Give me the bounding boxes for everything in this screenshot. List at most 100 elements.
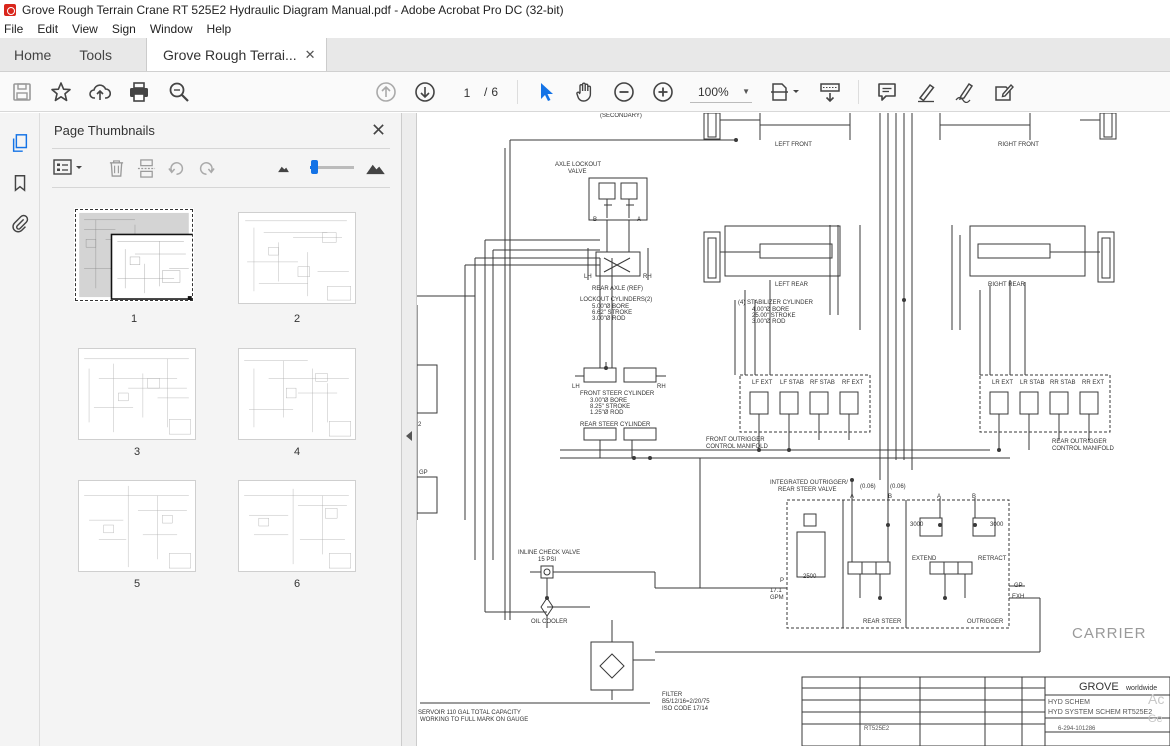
reservoir-label-1: SERVOIR 110 GAL TOTAL CAPACITY [418,710,521,716]
previous-page-icon[interactable] [374,80,398,104]
filter-label: FILTER [662,692,683,698]
window-title: Grove Rough Terrain Crane RT 525E2 Hydra… [22,3,564,17]
lh-label: LH [584,274,592,280]
next-page-icon[interactable] [413,80,437,104]
rotate-counterclockwise-icon[interactable] [165,157,187,179]
rear-steer-section: REAR STEER [863,619,902,625]
tab-document[interactable]: Grove Rough Terrai... ✕ [146,38,327,71]
thumbnail-label-5: 5 [133,578,141,590]
main-toolbar: 1 / 6 100% ▼ [0,72,1170,112]
secondary-label: (SECONDARY) [600,113,642,119]
watermark-text-1: Ac [1148,691,1164,707]
document-view[interactable]: (SECONDARY) LEFT FRONT RIGHT FRONT AXLE … [417,113,1170,746]
close-tab-icon[interactable]: ✕ [305,47,316,63]
bookmark-icon[interactable] [8,171,32,195]
lr-stab-label: LR STAB [1020,380,1045,386]
drawing-number: 6-294-101286 [1058,726,1096,732]
stamp-edit-icon[interactable] [992,80,1016,104]
relief-3000-left: 3000 [910,522,924,528]
extract-page-icon[interactable] [135,157,157,179]
port-gp-label: GP [1014,583,1023,589]
title-block-line-1: HYD SCHEM [1048,699,1090,706]
chevron-down-icon: ▼ [742,87,750,96]
thumbnail-label-2: 2 [293,313,301,325]
relief-2500: 2500 [803,574,817,580]
toolbar-divider [517,80,518,104]
axle-lockout-label-2: VALVE [568,169,586,175]
scroll-mode-icon[interactable] [818,80,842,104]
front-steer-lh: LH [572,384,580,390]
left-rear-label: LEFT REAR [775,282,809,288]
small-thumbnails-icon[interactable] [274,157,292,179]
menu-edit[interactable]: Edit [37,22,58,36]
navigation-rail [0,113,40,746]
page-thumbnail-4[interactable] [238,348,356,440]
front-outrigger-2: CONTROL MANIFOLD [706,444,768,450]
select-cursor-icon[interactable] [534,80,558,104]
model-number: RT525E2 [864,726,890,732]
tab-home[interactable]: Home [0,38,65,71]
gpm-unit: GPM [770,595,784,601]
schematic-labels: (SECONDARY) LEFT FRONT RIGHT FRONT AXLE … [418,113,1114,723]
zoom-level-value: 100% [698,84,729,99]
menu-help[interactable]: Help [207,22,232,36]
tab-document-label: Grove Rough Terrai... [163,46,297,63]
orifice-1: (0.06) [860,484,876,490]
rotate-clockwise-icon[interactable] [195,157,217,179]
close-panel-icon[interactable] [368,119,388,139]
sign-icon[interactable] [953,80,977,104]
orifice-2: (0.06) [890,484,906,490]
panel-title: Page Thumbnails [54,123,155,138]
lf-stab-label: LF STAB [780,380,804,386]
zoom-out-icon[interactable] [612,80,636,104]
integrated-valve-1: INTEGRATED OUTRIGGER/ [770,480,848,486]
page-thumbnail-5[interactable] [78,480,196,572]
zoom-in-icon[interactable] [651,80,675,104]
lockout-rod: 3.00"Ø ROD [592,316,626,322]
slider-handle[interactable] [311,160,318,174]
filter-iso: ISO CODE 17/14 [662,706,709,712]
current-page-input[interactable]: 1 [454,82,480,102]
options-menu-icon[interactable] [52,157,86,179]
page-thumbnail-3[interactable] [78,348,196,440]
port-p-label: P [780,578,784,584]
page-display-icon[interactable] [768,80,802,104]
star-bookmark-icon[interactable] [49,80,73,104]
rh-label: RH [643,274,652,280]
inline-check-psi: 15 PSI [538,557,556,563]
menu-bar: File Edit View Sign Window Help [0,20,1170,38]
highlight-pen-icon[interactable] [914,80,938,104]
thumbnail-label-4: 4 [293,446,301,458]
page-thumbnails-icon[interactable] [8,131,32,155]
tab-tools[interactable]: Tools [65,38,146,71]
delete-page-icon[interactable] [106,157,126,179]
valve-port-a2: A [937,494,941,500]
stabilizer-label: (4) STABILIZER CYLINDER [738,300,814,306]
print-icon[interactable] [127,80,151,104]
large-thumbnails-icon[interactable] [363,157,387,179]
rear-outrigger-1: REAR OUTRIGGER [1052,439,1107,445]
menu-file[interactable]: File [4,22,23,36]
save-icon[interactable] [10,80,34,104]
front-steer-label: FRONT STEER CYLINDER [580,391,655,397]
title-block-line-2: HYD SYSTEM SCHEM RT525E2 [1048,709,1152,716]
menu-view[interactable]: View [72,22,98,36]
page-thumbnail-2[interactable] [238,212,356,304]
menu-sign[interactable]: Sign [112,22,136,36]
page-thumbnail-6[interactable] [238,480,356,572]
page-thumbnail-1[interactable] [74,208,196,302]
hand-tool-icon[interactable] [573,80,597,104]
zoom-level-dropdown[interactable]: 100% ▼ [690,81,752,103]
valve-port-b2: B [972,494,976,500]
collapse-arrow-icon [406,431,412,441]
comment-icon[interactable] [875,80,899,104]
page-navigation: 1 / 6 [454,81,498,103]
menu-window[interactable]: Window [150,22,193,36]
right-front-label: RIGHT FRONT [998,142,1039,148]
attachment-icon[interactable] [8,211,32,235]
search-icon[interactable] [167,80,191,104]
panel-collapse-handle[interactable] [402,113,417,746]
gpm-value: 17.1 [770,588,782,594]
gp-left-label: GP [419,470,428,476]
cloud-upload-icon[interactable] [88,80,112,104]
